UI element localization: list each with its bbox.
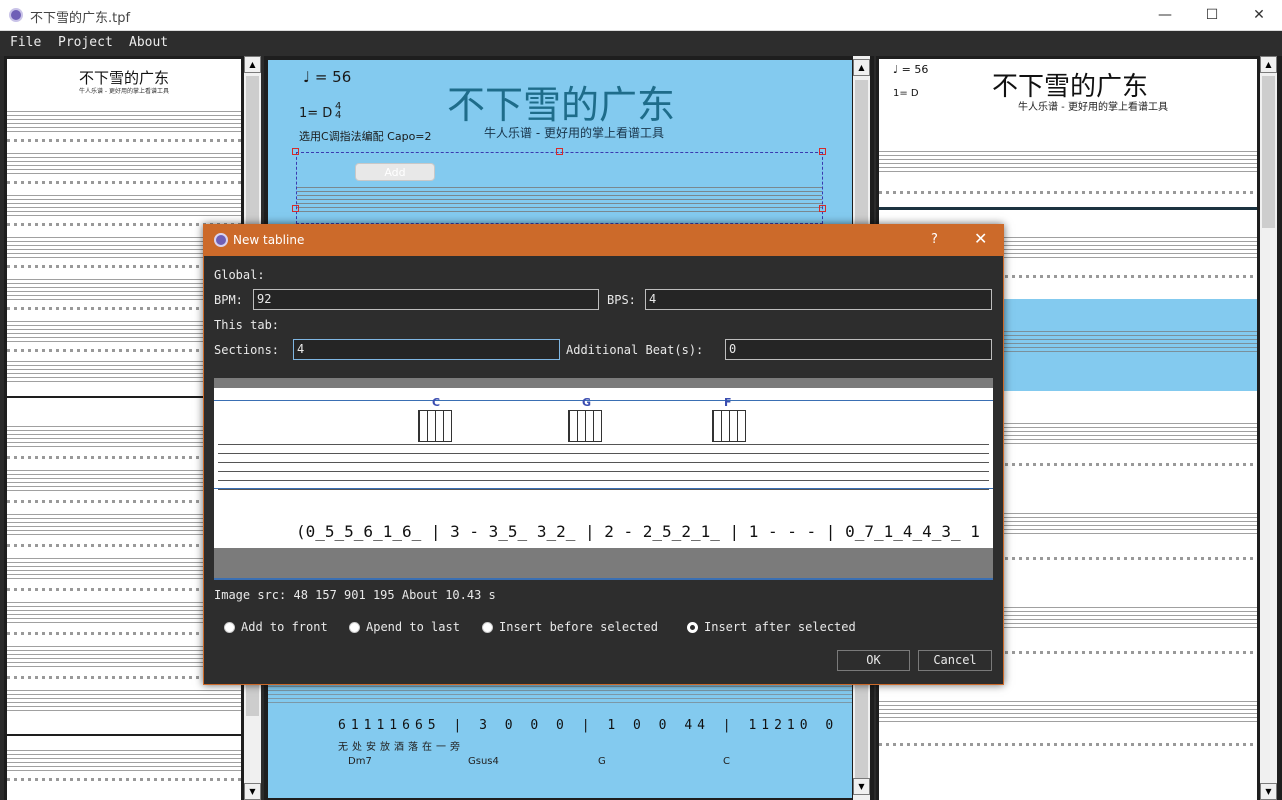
radio-label: Insert after selected <box>704 620 856 634</box>
scroll-up-arrow[interactable]: ▲ <box>853 59 870 76</box>
bps-input[interactable]: 4 <box>645 289 992 310</box>
song-title: 不下雪的广东 <box>447 83 676 127</box>
menu-about[interactable]: About <box>129 35 168 50</box>
chord-f: F <box>724 396 732 409</box>
this-tab-label: This tab: <box>214 318 280 332</box>
radio-dot[interactable] <box>482 621 493 633</box>
key-signature: 1= D <box>299 106 333 121</box>
additional-beats-label: Additional Beat(s): <box>566 343 704 357</box>
selection-handle-ml[interactable] <box>292 205 299 212</box>
selection-handle-tm[interactable] <box>556 148 563 155</box>
app-icon <box>9 8 23 22</box>
close-button[interactable]: ✕ <box>1236 0 1282 31</box>
preview-notation: (0̲5̲5̲6̲1̲6̲ | 3 - 3̲5̲ 3̲2̲ | 2 - 2̲5̲… <box>296 522 980 541</box>
tab-image-preview: C G F (0̲5̲5̲6̲1̲6̲ | 3 - 3̲5̲ 3̲2̲ | 2 … <box>214 378 993 580</box>
scroll-down-arrow[interactable]: ▼ <box>1260 783 1277 800</box>
chord-c: C <box>432 396 441 409</box>
radio-append-to-last[interactable]: Apend to last <box>349 620 460 634</box>
window-title-bar: 不下雪的广东.tpf — ☐ ✕ <box>0 0 1282 31</box>
radio-label: Add to front <box>241 620 328 634</box>
new-tabline-dialog: New tabline ? ✕ Global: BPM: 92 BPS: 4 T… <box>203 224 1004 685</box>
menu-project[interactable]: Project <box>58 35 113 50</box>
selection-handle-tr[interactable] <box>819 148 826 155</box>
help-button[interactable]: ? <box>931 232 938 247</box>
cancel-button[interactable]: Cancel <box>918 650 992 671</box>
scroll-up-arrow[interactable]: ▲ <box>244 56 261 73</box>
additional-beats-input[interactable]: 0 <box>725 339 992 360</box>
dialog-close-button[interactable]: ✕ <box>974 229 987 248</box>
global-label: Global: <box>214 268 265 282</box>
scroll-up-arrow[interactable]: ▲ <box>1260 56 1277 73</box>
radio-label: Insert before selected <box>499 620 658 634</box>
radio-dot[interactable] <box>224 621 235 633</box>
radio-label: Apend to last <box>366 620 460 634</box>
right-page-subtitle: 牛人乐谱 - 更好用的掌上看谱工具 <box>1018 102 1168 113</box>
chord-g: G <box>582 396 592 409</box>
right-key: 1= D <box>893 88 919 99</box>
menu-bar: File Project About <box>0 31 1282 56</box>
radio-dot-selected[interactable] <box>687 621 698 633</box>
bpm-label: BPM: <box>214 293 243 307</box>
bpm-input[interactable]: 92 <box>253 289 599 310</box>
minimize-button[interactable]: — <box>1142 0 1188 31</box>
radio-dot[interactable] <box>349 621 360 633</box>
thumb-title: 不下雪的广东 <box>78 69 169 87</box>
time-sig-bottom: 4 <box>335 110 342 121</box>
ok-button[interactable]: OK <box>837 650 910 671</box>
scroll-thumb[interactable] <box>1262 76 1275 228</box>
tempo-marking: ♩ = 56 <box>303 68 352 86</box>
sections-input[interactable]: 4 <box>293 339 560 360</box>
add-button[interactable]: Add <box>355 163 435 181</box>
scroll-down-arrow[interactable]: ▼ <box>853 778 870 795</box>
scroll-down-arrow[interactable]: ▼ <box>244 783 261 800</box>
capo-note: 选用C调指法编配 Capo=2 <box>299 130 432 143</box>
selection-handle-mr[interactable] <box>819 205 826 212</box>
radio-insert-before-selected[interactable]: Insert before selected <box>482 620 658 634</box>
page-thumbnail-3[interactable] <box>7 736 241 800</box>
maximize-button[interactable]: ☐ <box>1189 0 1235 31</box>
radio-add-to-front[interactable]: Add to front <box>224 620 328 634</box>
song-subtitle: 牛人乐谱 - 更好用的掌上看谱工具 <box>484 126 664 140</box>
radio-insert-after-selected[interactable]: Insert after selected <box>687 620 856 634</box>
dialog-title-bar: New tabline ? ✕ <box>204 225 1003 256</box>
image-src-text: Image src: 48 157 901 195 About 10.43 s <box>214 588 496 602</box>
thumb-subtitle: 牛人乐谱 - 更好用的掌上看谱工具 <box>79 88 169 95</box>
right-tempo: ♩ = 56 <box>893 63 929 76</box>
selection-handle-tl[interactable] <box>292 148 299 155</box>
app-icon <box>214 233 228 247</box>
right-scrollbar[interactable]: ▲ ▼ <box>1260 56 1277 800</box>
time-signature: 44 <box>335 102 342 121</box>
bps-label: BPS: <box>607 293 636 307</box>
window-title: 不下雪的广东.tpf <box>30 11 131 26</box>
dialog-title: New tabline <box>233 233 305 247</box>
menu-file[interactable]: File <box>10 35 41 50</box>
sections-label: Sections: <box>214 343 280 357</box>
